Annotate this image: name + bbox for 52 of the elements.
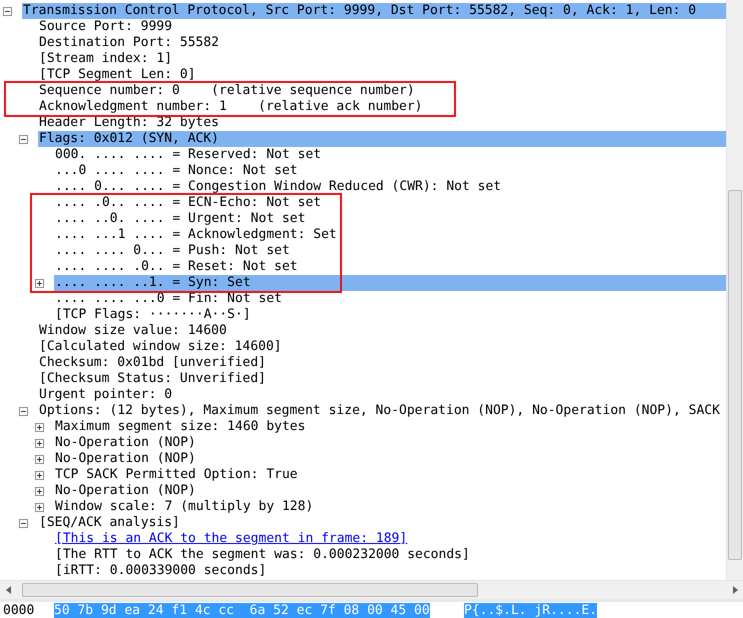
tree-item[interactable]: [TCP Segment Len: 0] (38, 67, 726, 83)
tree-item[interactable]: Options: (12 bytes), Maximum segment size, No-Operation (NOP), No-Operation (NOP), SACK (38, 403, 726, 419)
tree-item[interactable]: No-Operation (NOP) (54, 451, 726, 467)
expand-icon[interactable] (35, 470, 44, 480)
tree-item[interactable]: Destination Port: 55582 (38, 35, 726, 51)
tree-item[interactable]: [TCP Flags: ·······A··S·] (54, 307, 726, 323)
left-arrow-icon[interactable] (6, 586, 10, 594)
tree-item[interactable]: .... .0.. .... = ECN-Echo: Not set (54, 195, 726, 211)
tree-item[interactable]: Source Port: 9999 (38, 19, 726, 35)
tree-item[interactable]: .... ..0. .... = Urgent: Not set (54, 211, 726, 227)
tree-link[interactable]: [This is an ACK to the segment in frame: 189] (54, 531, 408, 547)
hex-offset: 0000 (3, 603, 36, 618)
expand-icon[interactable] (35, 454, 44, 464)
tree-item[interactable]: Sequence number: 0 (relative sequence number) (38, 83, 726, 99)
collapse-icon[interactable] (19, 518, 28, 528)
horizontal-scrollbar[interactable] (0, 580, 743, 599)
tree-item[interactable]: Acknowledgment number: 1 (relative ack number) (38, 99, 726, 115)
tree-item[interactable]: [The RTT to ACK the segment was: 0.000232000 seconds] (54, 547, 726, 563)
expand-icon[interactable] (35, 438, 44, 448)
expand-icon[interactable] (35, 486, 44, 496)
tree-item[interactable]: .... .... .0.. = Reset: Not set (54, 259, 726, 275)
collapse-icon[interactable] (19, 406, 28, 416)
tree-item[interactable]: [iRTT: 0.000339000 seconds] (54, 563, 726, 579)
tree-item[interactable]: Maximum segment size: 1460 bytes (54, 419, 726, 435)
tree-item[interactable]: [SEQ/ACK analysis] (38, 515, 726, 531)
tree-item[interactable]: [Calculated window size: 14600] (38, 339, 726, 355)
tree-item[interactable]: 000. .... .... = Reserved: Not set (54, 147, 726, 163)
collapse-icon[interactable] (3, 6, 12, 16)
tree-item[interactable]: Flags: 0x012 (SYN, ACK) (38, 131, 726, 147)
vertical-scrollbar[interactable] (726, 0, 743, 580)
tree-item[interactable]: Window scale: 7 (multiply by 128) (54, 499, 726, 515)
expand-icon[interactable] (35, 422, 44, 432)
tree-item[interactable]: No-Operation (NOP) (54, 483, 726, 499)
right-arrow-icon[interactable] (732, 586, 738, 594)
tree-item[interactable]: ...0 .... .... = Nonce: Not set (54, 163, 726, 179)
collapse-icon[interactable] (19, 134, 28, 144)
tree-item[interactable]: .... .... 0... = Push: Not set (54, 243, 726, 259)
expand-icon[interactable] (35, 278, 44, 288)
scroll-thumb[interactable] (728, 190, 742, 560)
tree-item[interactable]: Checksum: 0x01bd [unverified] (38, 355, 726, 371)
tree-item[interactable]: .... .... ..1. = Syn: Set (54, 275, 726, 291)
tree-item[interactable]: [Stream index: 1] (38, 51, 726, 67)
tree-item[interactable]: No-Operation (NOP) (54, 435, 726, 451)
scroll-thumb[interactable] (22, 583, 478, 597)
tree-item[interactable]: .... 0... .... = Congestion Window Reduced (CWR): Not set (54, 179, 726, 195)
tree-item[interactable]: Urgent pointer: 0 (38, 387, 726, 403)
tree-item[interactable]: Window size value: 14600 (38, 323, 726, 339)
tree-item[interactable]: [Checksum Status: Unverified] (38, 371, 726, 387)
expand-icon[interactable] (35, 502, 44, 512)
tree-item[interactable]: .... ...1 .... = Acknowledgment: Set (54, 227, 726, 243)
tree-item[interactable]: Transmission Control Protocol, Src Port: 9999, Dst Port: 55582, Seq: 0, Ack: 1, Len: 0 (22, 3, 726, 19)
tree-item[interactable]: TCP SACK Permitted Option: True (54, 467, 726, 483)
